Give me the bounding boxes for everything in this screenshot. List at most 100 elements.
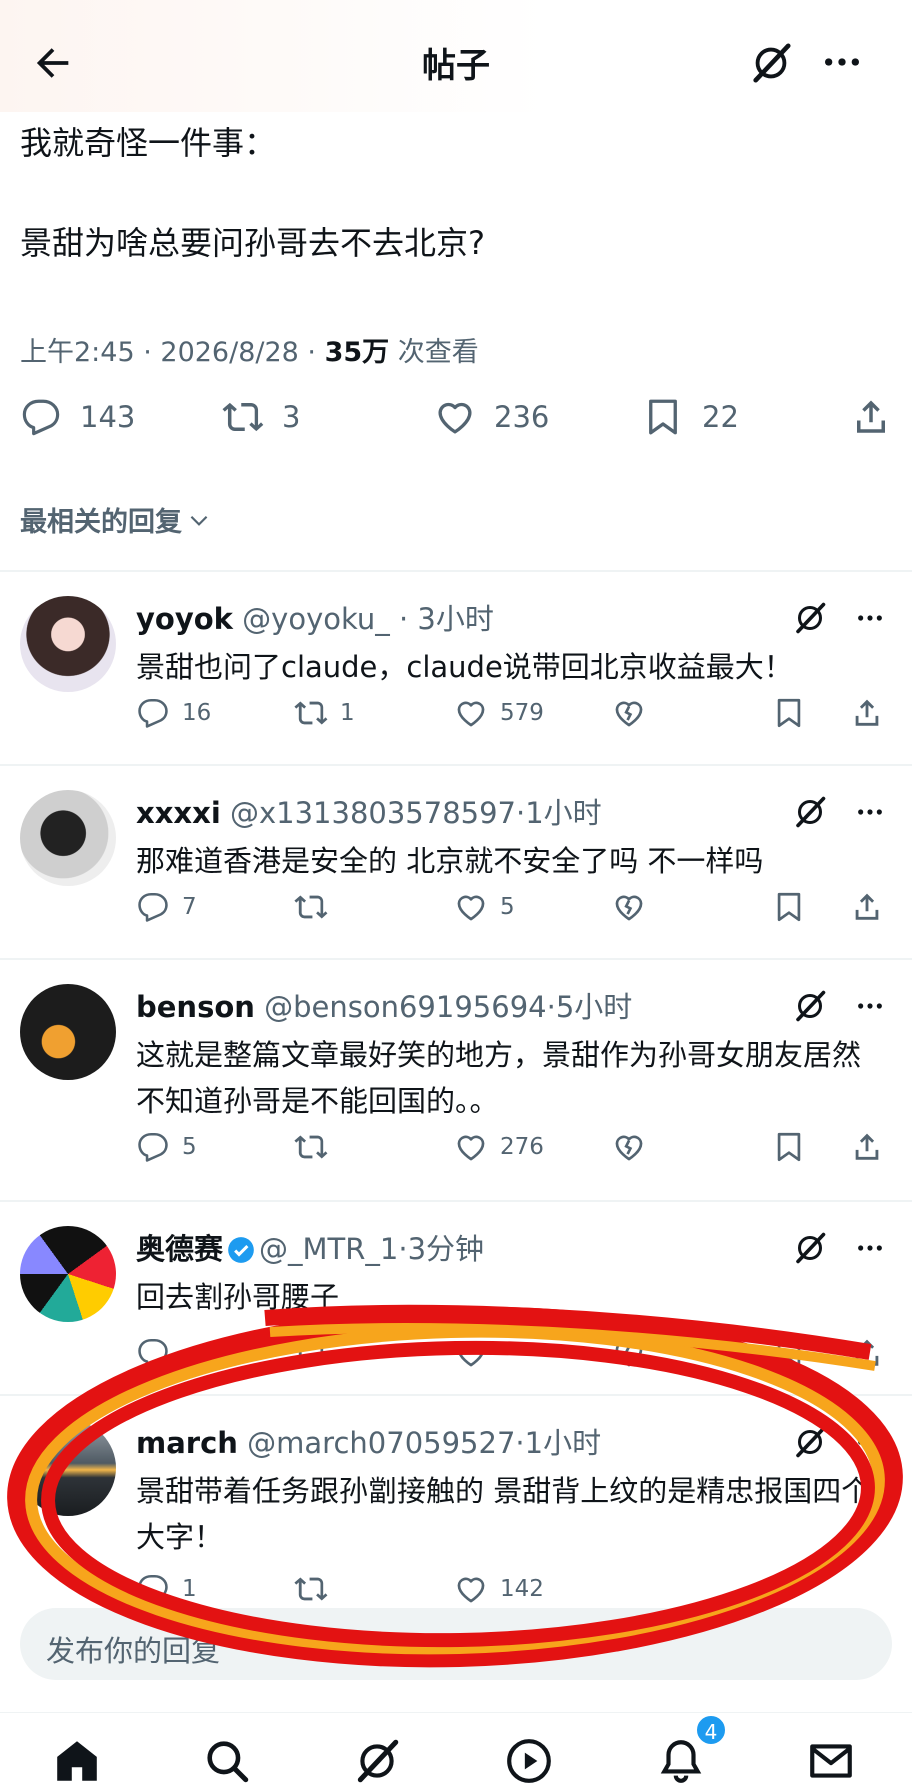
post-date: 2026/8/28 — [160, 337, 299, 368]
reply-actions: 5 276 — [136, 1130, 896, 1170]
reply-icon — [136, 1336, 170, 1370]
bookmark-button[interactable] — [772, 1130, 818, 1164]
reply-time: 5小时 — [555, 990, 633, 1024]
divider — [0, 958, 912, 960]
avatar[interactable] — [20, 596, 116, 692]
share-icon — [850, 396, 892, 438]
reply-text: 这就是整篇文章最好笑的地方，景甜作为孙哥女朋友居然不知道孙哥是不能回国的。。 — [136, 1038, 862, 1118]
user-handle: @benson69195694 — [264, 990, 547, 1024]
bookmark-button[interactable] — [772, 696, 818, 730]
grok-icon[interactable] — [792, 794, 828, 830]
more-icon[interactable] — [850, 1234, 890, 1262]
repost-button[interactable] — [294, 1572, 340, 1606]
repost-button[interactable] — [294, 1336, 340, 1370]
notification-badge: 4 — [695, 1714, 727, 1746]
view-count: 35万 — [324, 337, 390, 368]
reply-count: 7 — [182, 894, 197, 920]
user-name[interactable]: benson — [136, 990, 255, 1024]
user-handle: @_MTR_1 — [259, 1232, 399, 1266]
like-icon — [454, 696, 488, 730]
grok-icon[interactable] — [792, 988, 828, 1024]
like-button[interactable]: 236 — [434, 396, 549, 438]
like-icon — [454, 1336, 488, 1370]
share-button[interactable] — [850, 396, 910, 438]
user-handle: @x1313803578597 — [229, 796, 517, 830]
reply-text: 回去割孙哥腰子 — [136, 1280, 340, 1314]
reply-button[interactable]: 16 — [136, 696, 211, 730]
reply-button[interactable] — [136, 1336, 182, 1370]
reply-button[interactable]: 7 — [136, 890, 197, 924]
share-button[interactable] — [850, 1130, 896, 1164]
post-text: 我就奇怪一件事： 景甜为啥总要问孙哥去不去北京? — [20, 124, 485, 262]
like-button[interactable]: 142 — [454, 1572, 544, 1606]
grok-icon[interactable] — [792, 1424, 828, 1460]
like-button[interactable]: 276 — [454, 1130, 544, 1164]
sort-dropdown[interactable]: 最相关的回复 — [20, 500, 212, 539]
divider — [0, 570, 912, 572]
bookmark-button[interactable] — [772, 890, 818, 924]
chevron-down-icon — [190, 515, 208, 526]
repost-button[interactable]: 3 — [222, 396, 300, 438]
avatar[interactable] — [20, 790, 116, 886]
share-button[interactable] — [850, 1336, 896, 1370]
dislike-button[interactable] — [612, 1336, 658, 1370]
avatar[interactable] — [20, 984, 116, 1080]
grok-icon[interactable] — [792, 600, 828, 636]
more-icon[interactable] — [818, 42, 866, 82]
avatar[interactable] — [20, 1420, 116, 1516]
share-button[interactable] — [850, 696, 896, 730]
bookmark-icon — [772, 1336, 806, 1370]
play-icon[interactable] — [504, 1736, 554, 1786]
bookmark-count: 22 — [702, 400, 739, 434]
repost-button[interactable]: 1 — [294, 696, 355, 730]
more-icon[interactable] — [850, 1428, 890, 1456]
bookmark-button[interactable] — [772, 1336, 818, 1370]
home-icon[interactable] — [52, 1736, 102, 1786]
search-icon[interactable] — [202, 1736, 252, 1786]
share-button[interactable] — [850, 890, 896, 924]
post-time: 上午2:45 — [20, 337, 135, 368]
share-icon — [850, 696, 884, 730]
like-button[interactable]: 5 — [454, 890, 515, 924]
grok-icon[interactable] — [792, 1230, 828, 1266]
verified-badge-icon — [228, 1237, 254, 1263]
mail-icon[interactable] — [806, 1736, 856, 1786]
bell-icon[interactable] — [656, 1736, 706, 1786]
repost-icon — [294, 1130, 328, 1164]
user-name[interactable]: 奥德赛 — [136, 1232, 223, 1266]
reply-icon — [136, 696, 170, 730]
repost-button[interactable] — [294, 890, 340, 924]
heart-broken-icon — [612, 1130, 646, 1164]
reply-button[interactable]: 1 — [136, 1572, 197, 1606]
reply-header: yoyok @yoyoku_ · 3小时 — [136, 602, 494, 636]
reply-button[interactable]: 5 — [136, 1130, 197, 1164]
more-icon[interactable] — [850, 992, 890, 1020]
user-name[interactable]: yoyok — [136, 602, 233, 636]
divider — [0, 1200, 912, 1202]
user-name[interactable]: xxxxi — [136, 796, 221, 830]
reply-button[interactable]: 143 — [20, 396, 135, 438]
avatar[interactable] — [20, 1226, 116, 1322]
share-icon — [850, 1130, 884, 1164]
repost-icon — [294, 696, 328, 730]
grok-icon[interactable] — [352, 1736, 402, 1786]
dislike-button[interactable] — [612, 890, 658, 924]
like-button[interactable]: 579 — [454, 696, 544, 730]
share-icon — [850, 1336, 884, 1370]
reply-compose-placeholder[interactable]: 发布你的回复 — [46, 1628, 220, 1670]
repost-button[interactable] — [294, 1130, 340, 1164]
user-name[interactable]: march — [136, 1426, 238, 1460]
grok-icon[interactable] — [748, 40, 794, 86]
heart-broken-icon — [612, 1336, 646, 1370]
more-icon[interactable] — [850, 604, 890, 632]
like-count: 579 — [500, 700, 544, 726]
dislike-button[interactable] — [612, 1130, 658, 1164]
like-button[interactable] — [454, 1336, 500, 1370]
dislike-button[interactable] — [612, 696, 658, 730]
like-count: 142 — [500, 1576, 544, 1602]
more-icon[interactable] — [850, 798, 890, 826]
user-handle: @yoyoku_ — [242, 602, 390, 636]
bookmark-icon — [772, 696, 806, 730]
bookmark-button[interactable]: 22 — [642, 396, 739, 438]
like-icon — [454, 1572, 488, 1606]
